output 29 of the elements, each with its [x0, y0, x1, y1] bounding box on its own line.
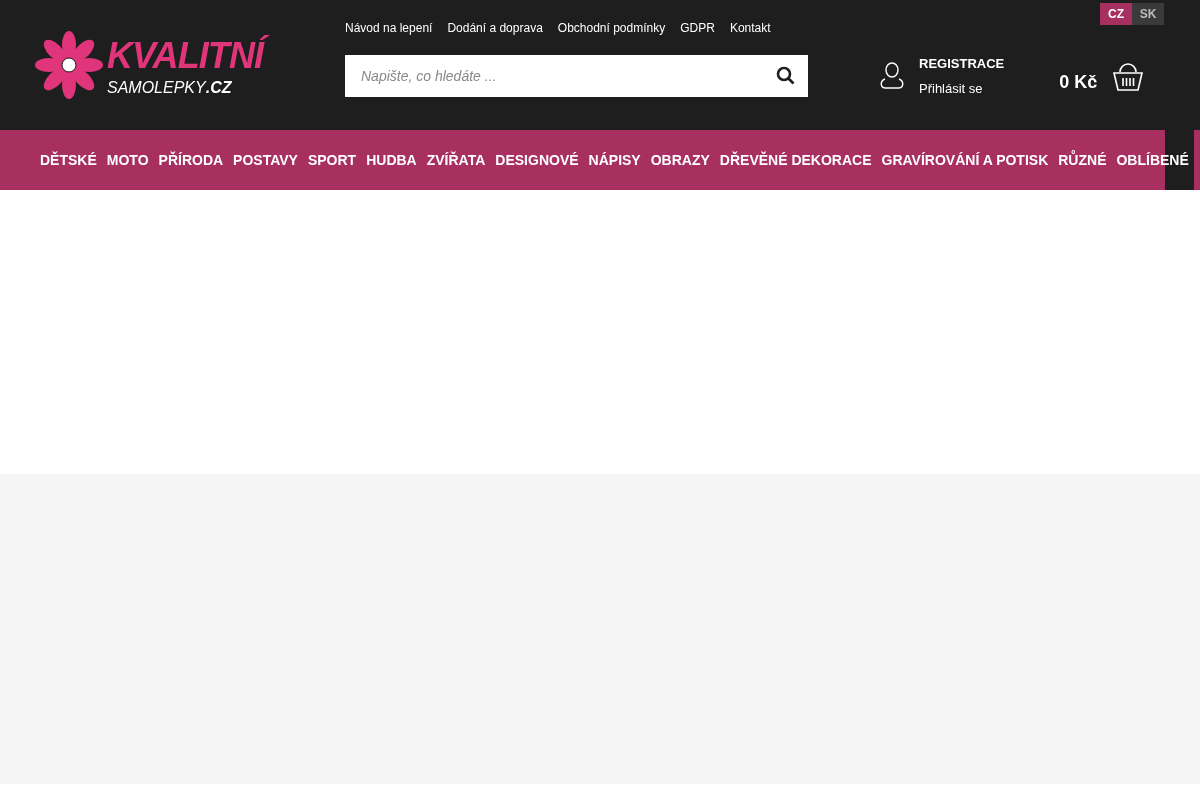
nav-item[interactable]: SPORT — [307, 149, 357, 171]
search-icon[interactable] — [776, 66, 796, 86]
top-link[interactable]: Kontakt — [729, 19, 771, 55]
nav-item[interactable]: DESIGNOVÉ — [495, 149, 579, 171]
nav-item[interactable]: DŘEVĚNÉ DEKORACE — [719, 149, 872, 171]
top-link[interactable]: Obchodní podmínky — [557, 19, 666, 55]
nav-item[interactable]: NÁPISY — [588, 149, 641, 171]
user-icon[interactable] — [880, 61, 904, 91]
logo-title: KVALITNÍ — [107, 34, 270, 78]
top-link[interactable]: Návod na lepení — [345, 19, 433, 55]
language-tab[interactable]: SK — [1132, 3, 1164, 25]
login-link[interactable]: Přihlásit se — [919, 79, 1005, 99]
register-link[interactable]: REGISTRACE — [919, 53, 1005, 73]
nav-item[interactable]: DĚTSKÉ — [40, 149, 97, 171]
logo-subtitle: SAMOLEPKY.CZ — [107, 79, 233, 96]
search-field[interactable]: Napište, co hledáte ... — [345, 55, 808, 97]
nav-item[interactable]: HUDBA — [366, 149, 417, 171]
nav-item[interactable]: PŘÍRODA — [158, 149, 224, 171]
flower-logo-icon — [35, 31, 103, 99]
nav-item[interactable]: ZVÍŘATA — [426, 149, 486, 171]
nav-item[interactable]: RŮZNÉ — [1058, 149, 1107, 171]
language-tab[interactable]: CZ — [1100, 3, 1132, 25]
nav-item[interactable]: POSTAVY — [233, 149, 298, 171]
cart-total: 0 Kč — [1059, 70, 1098, 94]
top-link[interactable]: GDPR — [680, 19, 715, 55]
nav-item[interactable]: GRAVÍROVÁNÍ A POTISK — [881, 149, 1049, 171]
nav-item[interactable]: MOTO — [106, 149, 149, 171]
nav-item[interactable]: OBRAZY — [650, 149, 710, 171]
top-link[interactable]: Dodání a doprava — [447, 19, 543, 55]
